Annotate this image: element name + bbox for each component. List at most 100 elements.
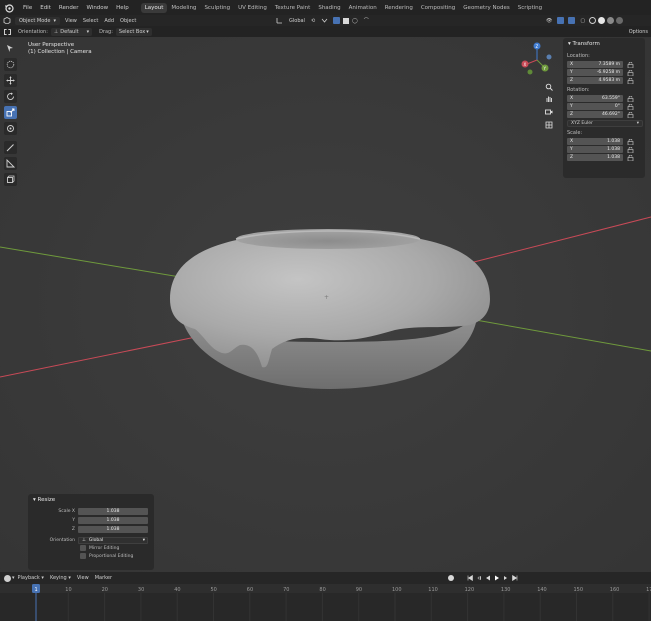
select-box-tool-icon[interactable]: [4, 28, 11, 35]
tab-geometry-nodes[interactable]: Geometry Nodes: [459, 3, 513, 13]
mode-dropdown[interactable]: Object Mode ▾: [15, 16, 61, 25]
jump-start-icon[interactable]: [466, 574, 474, 582]
transform-icon[interactable]: [4, 122, 17, 135]
orientation-dropdown[interactable]: ⊥ Default ▾: [50, 27, 93, 36]
location-x-field[interactable]: X 7.3589 m: [567, 61, 623, 68]
transform-orientation-dropdown[interactable]: Global: [286, 16, 308, 25]
proportional-falloff-icon[interactable]: ⌒: [361, 16, 372, 25]
menu-marker[interactable]: Marker: [92, 575, 115, 581]
menu-timeline-view[interactable]: View: [74, 575, 92, 581]
overlay-toggle-icon[interactable]: [568, 17, 576, 24]
grid-view-icon[interactable]: [543, 119, 554, 130]
menu-select[interactable]: Select: [80, 16, 101, 25]
play-reverse-icon[interactable]: [484, 574, 492, 582]
lock-icon[interactable]: [627, 154, 634, 161]
shading-solid-icon[interactable]: [598, 17, 606, 24]
rotation-z-field[interactable]: Z 46.692°: [567, 111, 623, 118]
next-keyframe-icon[interactable]: [502, 574, 510, 582]
cursor-icon[interactable]: [4, 42, 17, 55]
shading-rendered-icon[interactable]: [616, 17, 624, 24]
gizmo-toggle-icon[interactable]: [557, 17, 565, 24]
move-icon[interactable]: [4, 74, 17, 87]
add-cube-icon[interactable]: [4, 173, 17, 186]
proportional-editing-icon[interactable]: ◯: [349, 16, 361, 25]
editor-type-icon[interactable]: [0, 16, 15, 25]
scale-z-redo-field[interactable]: 1.038: [78, 525, 148, 533]
measure-icon[interactable]: [4, 157, 17, 170]
tab-shading[interactable]: Shading: [314, 3, 344, 13]
menu-edit[interactable]: Edit: [36, 5, 55, 11]
scale-y-redo-field[interactable]: 1.038: [78, 516, 148, 524]
menu-help[interactable]: Help: [112, 5, 133, 11]
menu-render[interactable]: Render: [55, 5, 83, 11]
tab-texture-paint[interactable]: Texture Paint: [271, 3, 315, 13]
transform-panel-header[interactable]: ▾ Transform: [563, 38, 645, 50]
gizmo-neg-y-handle[interactable]: [527, 69, 533, 75]
pan-hand-icon[interactable]: [543, 93, 554, 104]
gizmo-neg-z-handle[interactable]: [546, 54, 552, 60]
tab-compositing[interactable]: Compositing: [417, 3, 459, 13]
lock-icon[interactable]: [627, 69, 634, 76]
scale-x-redo-field[interactable]: 1.038: [78, 507, 148, 515]
scale-icon[interactable]: [4, 106, 17, 119]
tab-uv-editing[interactable]: UV Editing: [234, 3, 271, 13]
location-z-field[interactable]: Z 4.9583 m: [567, 77, 623, 84]
rotation-x-field[interactable]: X 63.559°: [567, 95, 623, 102]
snap-active-icon[interactable]: [333, 17, 341, 24]
orientation-redo-dropdown[interactable]: ⊥ Global ▾: [78, 536, 148, 544]
shading-wireframe-icon[interactable]: [589, 17, 597, 24]
tab-layout[interactable]: Layout: [140, 2, 168, 13]
rotation-mode-dropdown[interactable]: XYZ Euler ▾: [567, 120, 643, 127]
scale-x-field[interactable]: X 1.038: [567, 138, 623, 145]
lock-icon[interactable]: [627, 61, 634, 68]
menu-playback[interactable]: Playback ▾: [15, 575, 47, 581]
zoom-icon[interactable]: [543, 81, 554, 92]
menu-view[interactable]: View: [62, 16, 80, 25]
timeline-area[interactable]: 10 20 30 40 50 60 70 80 90 100 110 120 130 140 150 160 1…: [0, 584, 651, 621]
select-icon[interactable]: [4, 58, 17, 71]
annotate-icon[interactable]: [4, 141, 17, 154]
blender-logo-icon[interactable]: [3, 2, 15, 14]
options-button[interactable]: Options: [629, 29, 648, 35]
ruler-tick-label: 60: [247, 587, 253, 593]
menu-file[interactable]: File: [19, 5, 36, 11]
menu-object[interactable]: Object: [117, 16, 139, 25]
snap-icon[interactable]: [318, 16, 331, 25]
transform-orientation-icon[interactable]: [273, 16, 286, 25]
rotate-icon[interactable]: [4, 90, 17, 103]
timeline-editor-icon[interactable]: [4, 574, 11, 582]
lock-icon[interactable]: [627, 77, 634, 84]
menu-add[interactable]: Add: [101, 16, 117, 25]
scale-z-field[interactable]: Z 1.038: [567, 154, 623, 161]
lock-icon[interactable]: [627, 138, 634, 145]
tab-rendering[interactable]: Rendering: [381, 3, 417, 13]
lock-icon[interactable]: [627, 103, 634, 110]
menu-keying[interactable]: Keying ▾: [47, 575, 74, 581]
lock-icon[interactable]: [627, 111, 634, 118]
scale-label: Scale:: [567, 130, 583, 136]
lock-icon[interactable]: [627, 95, 634, 102]
location-y-field[interactable]: Y -6.9258 m: [567, 69, 623, 76]
play-icon[interactable]: [493, 574, 501, 582]
proportional-editing-checkbox[interactable]: Proportional Editing: [80, 552, 154, 560]
camera-view-icon[interactable]: [543, 106, 554, 117]
tab-scripting[interactable]: Scripting: [514, 3, 546, 13]
jump-end-icon[interactable]: [511, 574, 519, 582]
rotation-y-field[interactable]: Y 0°: [567, 103, 623, 110]
shading-material-icon[interactable]: [607, 17, 615, 24]
record-icon[interactable]: [448, 575, 454, 581]
prev-keyframe-icon[interactable]: [475, 574, 483, 582]
scale-y-field[interactable]: Y 1.038: [567, 146, 623, 153]
xray-icon[interactable]: ▢: [577, 16, 588, 25]
tab-animation[interactable]: Animation: [345, 3, 381, 13]
lock-icon[interactable]: [627, 146, 634, 153]
tab-sculpting[interactable]: Sculpting: [200, 3, 234, 13]
drag-dropdown[interactable]: Select Box ▾: [115, 27, 152, 36]
pivot-point-icon[interactable]: ⟲: [308, 16, 318, 25]
menu-window[interactable]: Window: [82, 5, 112, 11]
tab-modeling[interactable]: Modeling: [167, 3, 200, 13]
mirror-editing-checkbox[interactable]: Mirror Editing: [80, 544, 154, 552]
visibility-icon[interactable]: 👁: [543, 16, 555, 25]
3d-viewport[interactable]: + Z X Y User Perspective (1) Collection …: [0, 37, 651, 572]
redo-panel-header[interactable]: ▾ Resize: [28, 494, 154, 506]
